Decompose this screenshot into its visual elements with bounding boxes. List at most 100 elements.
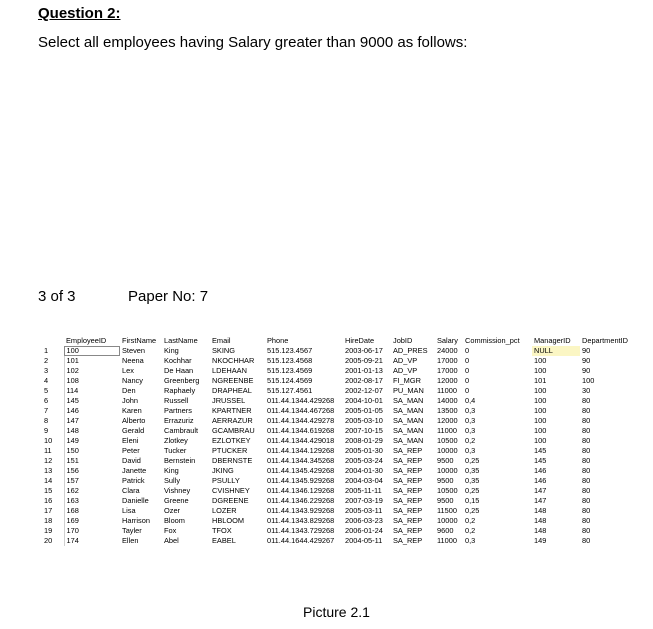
- table-cell[interactable]: 100: [532, 366, 580, 376]
- table-cell[interactable]: 011.44.1644.429267: [265, 536, 343, 546]
- table-cell[interactable]: 148: [532, 526, 580, 536]
- table-cell[interactable]: Karen: [120, 406, 162, 416]
- table-cell[interactable]: 100: [532, 426, 580, 436]
- table-cell[interactable]: 101: [532, 376, 580, 386]
- table-cell[interactable]: 0: [463, 386, 532, 396]
- table-cell[interactable]: 10500: [435, 486, 463, 496]
- table-cell[interactable]: Nancy: [120, 376, 162, 386]
- table-row[interactable]: 3 102 Lex De Haan LDEHAAN 515.123.4569 2001-01…: [44, 366, 644, 376]
- table-cell[interactable]: AD_VP: [391, 366, 435, 376]
- table-cell[interactable]: 100: [64, 346, 120, 356]
- table-cell[interactable]: 146: [64, 406, 120, 416]
- table-cell[interactable]: Greenberg: [162, 376, 210, 386]
- table-cell[interactable]: 0,4: [463, 396, 532, 406]
- column-header[interactable]: FirstName: [120, 336, 162, 346]
- table-cell[interactable]: Peter: [120, 446, 162, 456]
- table-row[interactable]: 10 149 Eleni Zlotkey EZLOTKEY 011.44.1344.429…: [44, 436, 644, 446]
- table-cell[interactable]: SA_REP: [391, 486, 435, 496]
- column-header[interactable]: LastName: [162, 336, 210, 346]
- table-cell[interactable]: Lex: [120, 366, 162, 376]
- table-cell[interactable]: Neena: [120, 356, 162, 366]
- table-cell[interactable]: Clara: [120, 486, 162, 496]
- table-cell[interactable]: King: [162, 346, 210, 356]
- table-cell[interactable]: SA_REP: [391, 516, 435, 526]
- table-cell[interactable]: 147: [532, 486, 580, 496]
- table-cell[interactable]: 2005-09-21: [343, 356, 391, 366]
- table-cell[interactable]: SA_REP: [391, 476, 435, 486]
- table-cell[interactable]: 10000: [435, 516, 463, 526]
- table-cell[interactable]: 90: [580, 346, 644, 356]
- table-cell[interactable]: 100: [532, 406, 580, 416]
- table-cell[interactable]: 12000: [435, 376, 463, 386]
- table-cell[interactable]: 148: [532, 506, 580, 516]
- table-cell[interactable]: Steven: [120, 346, 162, 356]
- table-cell[interactable]: 168: [64, 506, 120, 516]
- table-cell[interactable]: 30: [580, 386, 644, 396]
- table-cell[interactable]: SA_MAN: [391, 426, 435, 436]
- table-cell[interactable]: 011.44.1345.429268: [265, 466, 343, 476]
- table-cell[interactable]: 2007-10-15: [343, 426, 391, 436]
- table-cell[interactable]: Cambrault: [162, 426, 210, 436]
- column-header[interactable]: ManagerID: [532, 336, 580, 346]
- table-cell[interactable]: TFOX: [210, 526, 265, 536]
- table-cell[interactable]: SA_MAN: [391, 396, 435, 406]
- table-cell[interactable]: 2004-01-30: [343, 466, 391, 476]
- table-cell[interactable]: 151: [64, 456, 120, 466]
- table-cell[interactable]: 2003-06-17: [343, 346, 391, 356]
- table-cell[interactable]: 11000: [435, 386, 463, 396]
- table-cell[interactable]: 0,25: [463, 486, 532, 496]
- table-row[interactable]: 17 168 Lisa Ozer LOZER 011.44.1343.929268 2005…: [44, 506, 644, 516]
- table-cell[interactable]: 100: [532, 396, 580, 406]
- table-cell[interactable]: 2001-01-13: [343, 366, 391, 376]
- table-cell[interactable]: 10500: [435, 436, 463, 446]
- table-cell[interactable]: Eleni: [120, 436, 162, 446]
- table-cell[interactable]: 011.44.1344.619268: [265, 426, 343, 436]
- table-cell[interactable]: 80: [580, 446, 644, 456]
- table-cell[interactable]: 11500: [435, 506, 463, 516]
- table-cell[interactable]: 011.44.1344.467268: [265, 406, 343, 416]
- table-cell[interactable]: 148: [64, 426, 120, 436]
- table-cell[interactable]: 14000: [435, 396, 463, 406]
- table-cell[interactable]: Partners: [162, 406, 210, 416]
- table-cell[interactable]: JKING: [210, 466, 265, 476]
- table-cell[interactable]: SA_MAN: [391, 416, 435, 426]
- table-row[interactable]: 12 151 David Bernstein DBERNSTE 011.44.1344.3…: [44, 456, 644, 466]
- table-cell[interactable]: 0,3: [463, 446, 532, 456]
- table-cell[interactable]: 0,25: [463, 506, 532, 516]
- column-header[interactable]: DepartmentID: [580, 336, 644, 346]
- table-cell[interactable]: NGREENBE: [210, 376, 265, 386]
- column-header[interactable]: Salary: [435, 336, 463, 346]
- table-cell[interactable]: Bloom: [162, 516, 210, 526]
- table-cell[interactable]: 149: [532, 536, 580, 546]
- table-cell[interactable]: NKOCHHAR: [210, 356, 265, 366]
- table-cell[interactable]: 101: [64, 356, 120, 366]
- table-cell[interactable]: Patrick: [120, 476, 162, 486]
- table-row[interactable]: 5 114 Den Raphaely DRAPHEAL 515.127.4561 2002-…: [44, 386, 644, 396]
- table-cell[interactable]: Lisa: [120, 506, 162, 516]
- table-cell[interactable]: 163: [64, 496, 120, 506]
- table-cell[interactable]: Vishney: [162, 486, 210, 496]
- table-cell[interactable]: 011.44.1344.345268: [265, 456, 343, 466]
- table-cell[interactable]: PU_MAN: [391, 386, 435, 396]
- table-cell[interactable]: Janette: [120, 466, 162, 476]
- table-cell[interactable]: 80: [580, 536, 644, 546]
- table-cell[interactable]: 515.123.4567: [265, 346, 343, 356]
- table-cell[interactable]: 2005-03-24: [343, 456, 391, 466]
- table-cell[interactable]: CVISHNEY: [210, 486, 265, 496]
- table-cell[interactable]: 100: [532, 356, 580, 366]
- table-cell[interactable]: 9500: [435, 496, 463, 506]
- table-cell[interactable]: 011.44.1346.129268: [265, 486, 343, 496]
- table-cell[interactable]: Harrison: [120, 516, 162, 526]
- table-cell[interactable]: 147: [64, 416, 120, 426]
- table-cell[interactable]: 10000: [435, 466, 463, 476]
- table-cell[interactable]: 145: [532, 456, 580, 466]
- table-cell[interactable]: 80: [580, 466, 644, 476]
- table-cell[interactable]: AERRAZUR: [210, 416, 265, 426]
- table-row[interactable]: 11 150 Peter Tucker PTUCKER 011.44.1344.12926…: [44, 446, 644, 456]
- table-cell[interactable]: LOZER: [210, 506, 265, 516]
- table-cell[interactable]: 17000: [435, 366, 463, 376]
- table-cell[interactable]: 146: [532, 476, 580, 486]
- table-cell[interactable]: 80: [580, 396, 644, 406]
- column-header[interactable]: EmployeeID: [64, 336, 120, 346]
- table-cell[interactable]: LDEHAAN: [210, 366, 265, 376]
